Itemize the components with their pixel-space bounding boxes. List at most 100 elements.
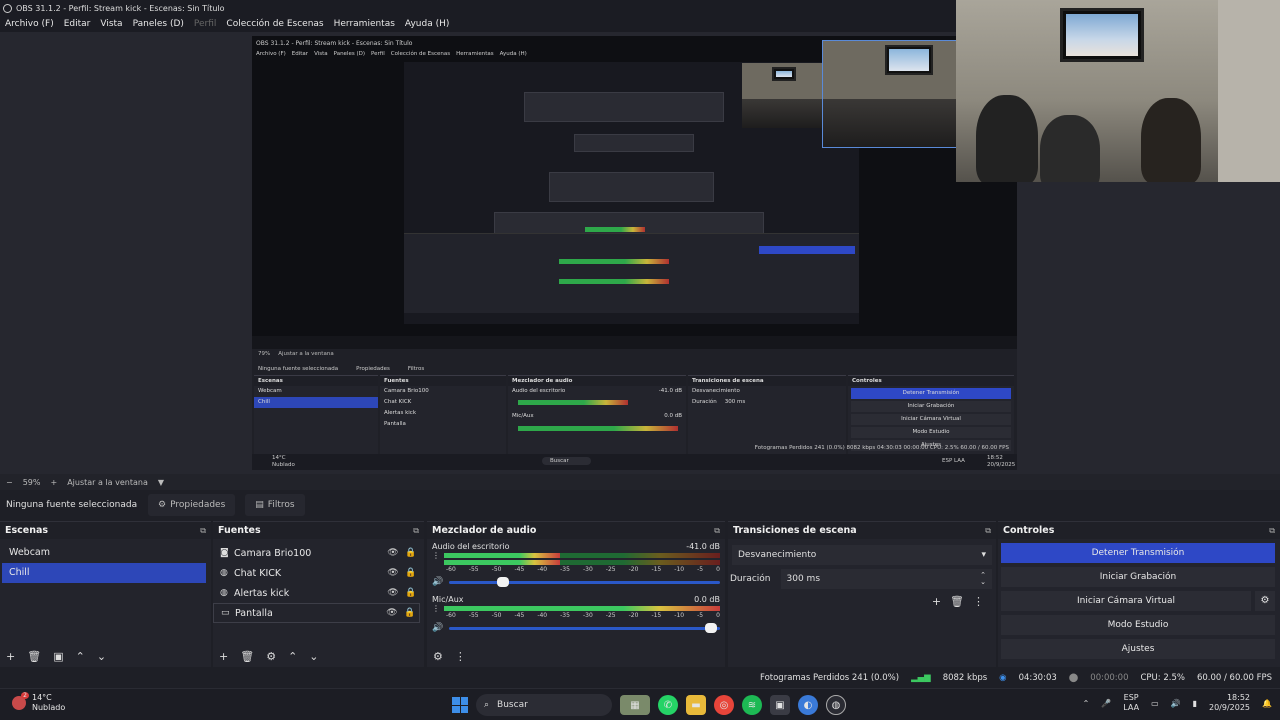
scene-filters-icon[interactable]: ▣ (53, 650, 63, 663)
dock-menu-icon[interactable]: ⧉ (714, 526, 720, 536)
nested-none-selected: Ninguna fuente seleccionada (258, 366, 339, 372)
file-explorer-icon[interactable]: ▬ (686, 695, 706, 715)
virtual-camera-settings-icon[interactable]: ⚙ (1255, 591, 1275, 611)
stop-stream-button[interactable]: Detener Transmisión (1001, 543, 1275, 563)
recursive-frame (549, 172, 714, 202)
nested-properties: Propiedades (356, 366, 390, 372)
menu-vista[interactable]: Vista (100, 19, 122, 29)
scale-label: 0 (716, 566, 720, 573)
lock-icon[interactable]: 🔒 (402, 568, 420, 578)
dock-menu-icon[interactable]: ⧉ (985, 526, 991, 536)
nested-controls-title: Controles (848, 376, 1014, 386)
zoom-out-button[interactable]: − (6, 478, 13, 487)
move-down-icon[interactable]: ⌄ (97, 650, 106, 663)
taskbar-search[interactable]: ⌕ Buscar (476, 694, 612, 716)
browser-icon[interactable]: ◐ (798, 695, 818, 715)
mixer-menu-icon[interactable]: ⋮ (455, 650, 466, 663)
scale-label: -40 (537, 566, 548, 573)
add-scene-icon[interactable]: + (6, 650, 15, 663)
visibility-eye-icon[interactable]: 👁 (384, 568, 402, 578)
menu-coleccion-escenas[interactable]: Colección de Escenas (226, 19, 323, 29)
scene-item-webcam[interactable]: Webcam (2, 543, 206, 563)
lock-icon[interactable]: 🔒 (401, 608, 419, 618)
scenes-dock: Escenas ⧉ Webcam Chill + 🗑 ▣ ⌃ ⌄ (0, 521, 211, 667)
scene-item-chill[interactable]: Chill (2, 563, 206, 583)
speaker-icon[interactable]: 🔊 (432, 623, 443, 633)
visibility-eye-icon[interactable]: 👁 (384, 588, 402, 598)
delete-source-icon[interactable]: 🗑 (240, 650, 254, 663)
dock-menu-icon[interactable]: ⧉ (413, 526, 419, 536)
transition-menu-icon[interactable]: ⋮ (973, 595, 984, 608)
whatsapp-icon[interactable]: ✆ (658, 695, 678, 715)
zoom-in-button[interactable]: + (50, 478, 57, 487)
record-time: 00:00:00 (1090, 673, 1129, 683)
move-down-icon[interactable]: ⌄ (309, 650, 318, 663)
volume-slider[interactable] (449, 576, 720, 587)
volume-slider[interactable] (449, 622, 720, 633)
menu-archivo[interactable]: Archivo (F) (5, 19, 54, 29)
chrome-icon[interactable]: ◎ (714, 695, 734, 715)
menu-paneles[interactable]: Paneles (D) (133, 19, 184, 29)
transition-select[interactable]: Desvanecimiento ▾ (732, 545, 992, 565)
zoom-dropdown-icon[interactable]: ▼ (158, 478, 164, 487)
channel-name: Audio del escritorio (432, 542, 510, 551)
dock-menu-icon[interactable]: ⧉ (1269, 526, 1275, 536)
add-source-icon[interactable]: + (219, 650, 228, 663)
clock-date: 20/9/2025 (1209, 703, 1251, 712)
preview-canvas[interactable]: OBS 31.1.2 - Perfil: Stream kick - Escen… (252, 36, 1017, 470)
start-button-icon[interactable] (452, 697, 468, 713)
source-item[interactable]: ◙ Camara Brio100 👁 🔒 (213, 543, 420, 563)
start-recording-button[interactable]: Iniciar Grabación (1001, 567, 1275, 587)
properties-button[interactable]: ⚙ Propiedades (148, 494, 236, 516)
tray-overflow-icon[interactable]: ⌃ (1083, 699, 1090, 708)
source-item[interactable]: ▭ Pantalla 👁 🔒 (213, 603, 420, 623)
nested-status: Fotogramas Perdidos 241 (0.0%) 8082 kbps… (754, 445, 1009, 451)
menu-ayuda[interactable]: Ayuda (H) (405, 19, 449, 29)
source-item[interactable]: ◍ Chat KICK 👁 🔒 (213, 563, 420, 583)
add-transition-icon[interactable]: + (932, 595, 941, 608)
spotify-icon[interactable]: ≋ (742, 695, 762, 715)
duration-input[interactable]: 300 ms ⌃ ⌄ (780, 569, 992, 589)
webcam-source[interactable] (956, 0, 1280, 182)
move-up-icon[interactable]: ⌃ (288, 650, 297, 663)
volume-icon[interactable]: 🔊 (1171, 699, 1181, 708)
move-up-icon[interactable]: ⌃ (76, 650, 85, 663)
filters-button[interactable]: ▤ Filtros (245, 494, 305, 516)
speaker-icon[interactable]: 🔊 (432, 577, 443, 587)
battery-icon[interactable]: ▮ (1193, 699, 1197, 708)
spinner-icon[interactable]: ⌃ ⌄ (980, 572, 986, 586)
menu-perfil[interactable]: Perfil (194, 19, 217, 29)
zoom-fit-label[interactable]: Ajustar a la ventana (67, 478, 148, 487)
weather-widget[interactable]: 2 14°C Nublado (12, 692, 65, 713)
slider-knob[interactable] (705, 622, 718, 633)
menu-herramientas[interactable]: Herramientas (334, 19, 395, 29)
store-icon[interactable]: ▣ (770, 695, 790, 715)
delete-transition-icon[interactable]: 🗑 (950, 595, 964, 608)
studio-mode-button[interactable]: Modo Estudio (1001, 615, 1275, 635)
visibility-eye-icon[interactable]: 👁 (384, 548, 402, 558)
notification-icon[interactable]: 🔔 (1262, 699, 1272, 708)
network-icon[interactable]: ▭ (1151, 699, 1159, 708)
settings-button[interactable]: Ajustes (1001, 639, 1275, 659)
source-settings-icon[interactable]: ⚙ (266, 650, 276, 663)
advanced-audio-icon[interactable]: ⚙ (433, 650, 443, 663)
slider-knob[interactable] (496, 576, 509, 587)
delete-scene-icon[interactable]: 🗑 (27, 650, 41, 663)
nested-source: Alertas kick (384, 410, 416, 416)
scale-label: -15 (651, 566, 662, 573)
microphone-icon[interactable]: 🎤 (1101, 699, 1111, 708)
clock[interactable]: 18:52 20/9/2025 (1209, 693, 1250, 713)
source-item[interactable]: ◍ Alertas kick 👁 🔒 (213, 583, 420, 603)
channel-menu-icon[interactable]: ⋮ (432, 551, 442, 560)
lock-icon[interactable]: 🔒 (402, 548, 420, 558)
widgets-icon[interactable]: ▦ (620, 695, 650, 715)
channel-menu-icon[interactable]: ⋮ (432, 604, 442, 613)
visibility-eye-icon[interactable]: 👁 (383, 608, 401, 618)
obs-taskbar-icon[interactable]: ◍ (826, 695, 846, 715)
start-virtual-camera-button[interactable]: Iniciar Cámara Virtual (1001, 591, 1251, 611)
menu-editar[interactable]: Editar (64, 19, 91, 29)
dock-menu-icon[interactable]: ⧉ (200, 526, 206, 536)
channel-db: -41.0 dB (686, 542, 720, 551)
keyboard-layout[interactable]: ESP LAA (1123, 693, 1139, 713)
lock-icon[interactable]: 🔒 (402, 588, 420, 598)
